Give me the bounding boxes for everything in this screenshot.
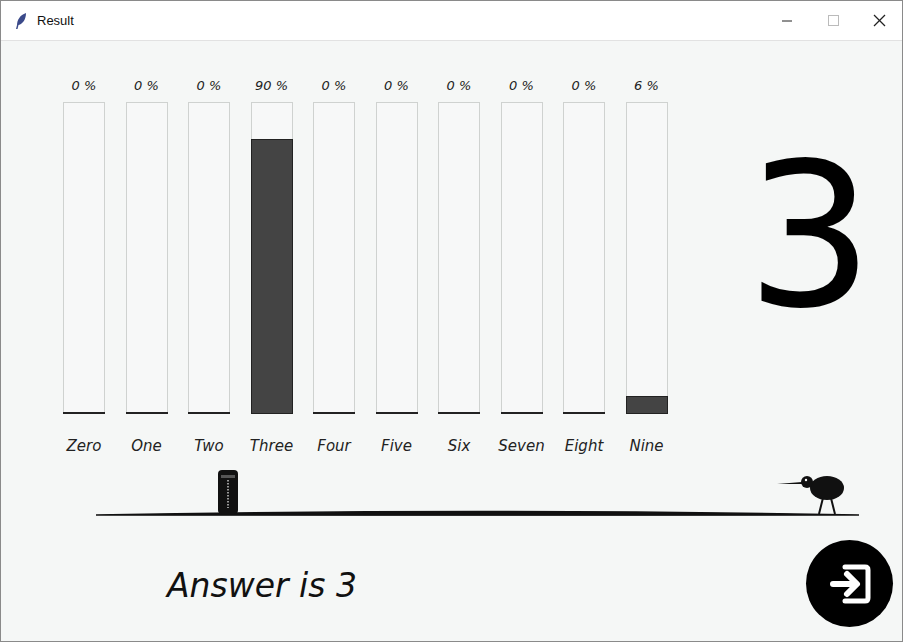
digit-column: 0 % Zero: [63, 75, 105, 456]
bar-fill: [627, 397, 667, 413]
digit-label: Nine: [626, 436, 668, 456]
title-bar: Result: [1, 1, 902, 41]
digit-label: Five: [376, 436, 418, 456]
percent-label: 6 %: [626, 75, 668, 95]
digit-column: 0 % Two: [188, 75, 230, 456]
digit-label: Three: [251, 436, 293, 456]
close-icon[interactable]: [856, 1, 902, 41]
digit-column: 0 % One: [126, 75, 168, 456]
probability-bar: [376, 102, 418, 414]
probability-bar: [501, 102, 543, 414]
digit-column: 0 % Five: [376, 75, 418, 456]
digit-column: 90 % Three: [251, 75, 293, 456]
probability-bar: [438, 102, 480, 414]
percent-label: 0 %: [188, 75, 230, 95]
percent-label: 0 %: [126, 75, 168, 95]
percent-label: 0 %: [501, 75, 543, 95]
probability-bar: [563, 102, 605, 414]
probability-bar: [626, 102, 668, 414]
exit-icon: [825, 559, 875, 609]
percent-label: 90 %: [251, 75, 293, 95]
bar-fill: [252, 140, 292, 413]
content: 0 % Zero 0 % One 0 % Two 90 % Three 0 % Four 0 % Fi…: [1, 41, 902, 641]
percent-label: 0 %: [63, 75, 105, 95]
probability-bar: [188, 102, 230, 414]
maximize-icon[interactable]: [810, 1, 856, 41]
digit-column: 0 % Eight: [563, 75, 605, 456]
probability-chart: 0 % Zero 0 % One 0 % Two 90 % Three 0 % Four 0 % Fi…: [1, 75, 668, 456]
digit-label: Two: [188, 436, 230, 456]
exit-button[interactable]: [806, 540, 893, 627]
digit-label: One: [126, 436, 168, 456]
result-window: Result 0 % Zero 0 % One 0 % Two 90 % Three 0 % Fou…: [0, 0, 903, 642]
minimize-icon[interactable]: [764, 1, 810, 41]
ground-line: [96, 512, 859, 516]
digit-column: 0 % Seven: [501, 75, 543, 456]
probability-bar: [251, 102, 293, 414]
predicted-digit: 3: [668, 75, 903, 456]
digit-label: Seven: [501, 436, 543, 456]
digit-label: Six: [438, 436, 480, 456]
phone-icon: [218, 470, 238, 514]
digit-column: 6 % Nine: [626, 75, 668, 456]
digit-label: Eight: [563, 436, 605, 456]
percent-label: 0 %: [313, 75, 355, 95]
percent-label: 0 %: [563, 75, 605, 95]
probability-bar: [63, 102, 105, 414]
probability-bar: [126, 102, 168, 414]
kiwi-icon: [777, 476, 844, 514]
percent-label: 0 %: [438, 75, 480, 95]
ground-scene: [1, 464, 903, 526]
digit-label: Four: [313, 436, 355, 456]
feather-icon: [14, 12, 28, 30]
probability-bar: [313, 102, 355, 414]
digit-label: Zero: [63, 436, 105, 456]
percent-label: 0 %: [376, 75, 418, 95]
window-title: Result: [37, 13, 74, 28]
answer-text: Answer is 3: [167, 562, 357, 605]
digit-column: 0 % Six: [438, 75, 480, 456]
digit-column: 0 % Four: [313, 75, 355, 456]
